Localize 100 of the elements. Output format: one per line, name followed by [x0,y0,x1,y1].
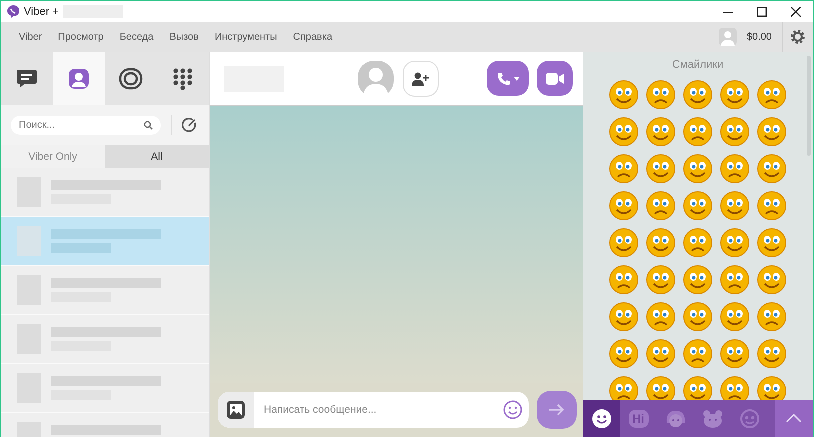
emoticon-button[interactable] [719,227,751,259]
smiley-face-icon [756,227,788,259]
compose-icon[interactable] [182,118,197,132]
emoticon-button[interactable] [682,153,714,185]
call-button[interactable] [487,61,529,96]
add-person-icon [412,72,430,86]
chat-bubble-icon [16,68,38,90]
avatar-icon [718,28,737,46]
smiley-face-icon [608,338,640,370]
smiley-face-icon [645,153,677,185]
menu-item[interactable]: Viber [11,32,50,42]
menu-item[interactable]: Беседа [112,32,162,42]
search-field[interactable]: Поиск... [11,116,161,134]
emoticon-button[interactable] [756,301,788,333]
smiley-face-icon [719,153,751,185]
nav-tab[interactable] [1,52,53,105]
emoticon-button[interactable] [608,338,640,370]
smiley-face-icon [719,338,751,370]
video-camera-icon [546,72,564,84]
smiley-face-icon [719,79,751,111]
smiley-face-icon [645,190,677,222]
emoticon-button[interactable] [719,190,751,222]
menu-item[interactable]: Просмотр [50,32,112,42]
smiley-face-icon [682,227,714,259]
emoticon-button[interactable] [608,227,640,259]
smiley-face-icon [608,190,640,222]
smiley-face-icon [645,116,677,148]
search-icon [144,120,153,130]
maximize-icon [757,6,767,16]
smiley-face-icon [682,264,714,296]
smiley-face-icon [682,301,714,333]
chevron-up-icon [786,414,802,423]
smiley-face-icon [645,301,677,333]
emoticon-button[interactable] [756,227,788,259]
emoticon-button[interactable] [608,264,640,296]
emoticon-button[interactable] [645,116,677,148]
emoticon-button[interactable] [682,264,714,296]
emoticon-button[interactable] [756,190,788,222]
add-contact-button[interactable] [403,60,439,96]
video-call-button[interactable] [537,61,573,96]
smiley-face-icon [756,116,788,148]
emoticon-button[interactable] [719,153,751,185]
emoticon-button[interactable] [719,338,751,370]
nav-tab[interactable] [53,52,105,105]
emoticon-button[interactable] [682,227,714,259]
emoticon-button[interactable] [682,338,714,370]
filter-tab[interactable]: All [105,145,209,168]
smiley-face-icon [645,264,677,296]
arrow-icon [549,404,565,416]
avatar-icon [358,60,394,96]
emoticon-button[interactable] [756,264,788,296]
settings-icon[interactable] [790,29,806,45]
emoticon-button[interactable] [645,153,677,185]
emoticon-button[interactable] [756,338,788,370]
emoticon-button[interactable] [719,264,751,296]
smiley-face-icon [719,301,751,333]
emoticon-button[interactable] [719,79,751,111]
smiley-face-icon [682,190,714,222]
menu-item[interactable]: Справка [285,32,341,42]
emoticon-button[interactable] [756,116,788,148]
emoticon-button[interactable] [645,264,677,296]
emoticon-button[interactable] [756,153,788,185]
caret-icon [514,76,520,80]
smiley-face-icon [608,264,640,296]
bear-face-icon [702,408,724,428]
emoticon-button[interactable] [608,301,640,333]
emoticon-button[interactable] [645,190,677,222]
smiley-face-icon [719,116,751,148]
emoticon-button[interactable] [756,79,788,111]
emoticon-button[interactable] [645,338,677,370]
emoticon-button[interactable] [682,116,714,148]
emoticon-button[interactable] [719,116,751,148]
emoticon-button[interactable] [645,227,677,259]
message-field[interactable]: Написать сообщение... [218,392,529,428]
emoticon-button[interactable] [645,79,677,111]
emoticon-button[interactable] [682,301,714,333]
emoticon-button[interactable] [682,79,714,111]
smiley-icon [503,400,523,420]
smiley-face-icon [645,338,677,370]
smiley-face-icon [682,153,714,185]
smiley-face-icon [608,79,640,111]
emoticon-button[interactable] [608,79,640,111]
emoticon-button[interactable] [608,116,640,148]
image-icon [227,401,245,419]
emoticon-button[interactable] [719,301,751,333]
smiley-face-icon [608,153,640,185]
emoticon-button[interactable] [608,190,640,222]
attach-image-button[interactable] [218,392,254,428]
smiley-face-icon [645,79,677,111]
smiley-icon [592,408,612,428]
sticker-tab[interactable] [583,400,620,437]
emoticon-button[interactable] [645,301,677,333]
menu-item[interactable]: Вызов [162,32,207,42]
emoticon-button[interactable] [608,153,640,185]
balance-text: $0.00 [746,32,772,42]
menu-item[interactable]: Инструменты [206,32,286,42]
smiley-face-icon [719,264,751,296]
cartoon-face-icon [738,408,760,428]
emoticon-button[interactable] [682,190,714,222]
concentric-rings-icon [119,68,143,90]
